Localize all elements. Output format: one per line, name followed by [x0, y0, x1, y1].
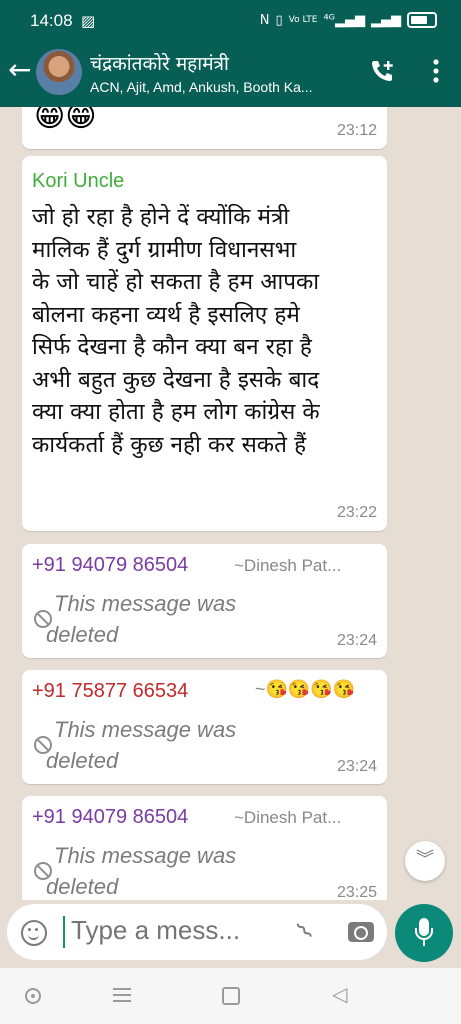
- add-call-icon[interactable]: [369, 58, 395, 84]
- message-line: कार्यकर्ता हैं कुछ नही कर सकते हैं: [32, 431, 307, 458]
- emoji-icon[interactable]: [21, 920, 47, 946]
- deleted-notice: This message was deleted: [46, 714, 294, 776]
- deleted-line: This message was: [54, 717, 237, 742]
- sender-alias: ~😘😘😘😘: [255, 679, 356, 699]
- deleted-line: deleted: [46, 748, 119, 773]
- nfc-icon: N: [259, 12, 270, 28]
- chat-area[interactable]: 😁😁 23:12 Kori Uncle जो हो रहा है होने दे…: [0, 107, 461, 900]
- back-triangle-icon[interactable]: ◁: [332, 982, 347, 1006]
- deleted-line: This message was: [54, 843, 237, 868]
- system-nav-bar: ◁: [0, 968, 461, 1024]
- chat-title[interactable]: चंद्रकांतकोरे महामंत्री: [90, 50, 229, 76]
- deleted-message-bubble[interactable]: +91 94079 86504 ~Dinesh Pat... This mess…: [22, 796, 387, 900]
- message-bubble[interactable]: Kori Uncle जो हो रहा है होने दें क्योंकि…: [22, 156, 387, 531]
- 4g-signal-icon: ⁴ᴳ▂▄▆: [323, 12, 365, 28]
- mic-button[interactable]: [395, 904, 453, 962]
- battery-icon: [407, 12, 437, 28]
- message-bubble[interactable]: 😁😁 23:12: [22, 107, 387, 149]
- deleted-notice: This message was deleted: [46, 840, 294, 900]
- vibrate-icon: ▯: [275, 12, 283, 28]
- message-line: सिर्फ देखना है कौन क्या बन रहा है: [32, 334, 312, 360]
- paperclip-icon[interactable]: ⌇: [287, 913, 324, 950]
- camera-icon[interactable]: [348, 922, 374, 942]
- deleted-line: deleted: [46, 874, 119, 899]
- group-avatar[interactable]: [36, 49, 82, 95]
- sender-phone: +91 75877 66534: [32, 680, 189, 702]
- more-vertical-icon[interactable]: [433, 58, 439, 84]
- signal-icon: ▂▄▆: [371, 12, 401, 28]
- message-line: मालिक हैं दुर्ग ग्रामीण विधानसभा: [32, 236, 297, 263]
- sender-phone: +91 94079 86504: [32, 806, 189, 828]
- back-arrow-icon[interactable]: ←: [8, 56, 31, 84]
- message-line: बोलना कहना व्यर्थ है इसलिए हमे: [32, 301, 300, 328]
- volte-icon: Vo LTE: [288, 15, 318, 25]
- message-text: जो हो रहा है होने दें क्योंकि मंत्री माल…: [32, 201, 382, 461]
- message-input-bar: ⌇: [7, 904, 387, 960]
- message-time: 23:25: [336, 884, 377, 900]
- mic-base: [423, 940, 425, 946]
- chat-header: ← चंद्रकांतकोरे महामंत्री ACN, Ajit, Amd…: [0, 40, 461, 107]
- message-line: क्या क्या होता है हम लोग कांग्रेस के: [32, 399, 320, 425]
- message-line: जो हो रहा है होने दें क्योंकि मंत्री: [32, 204, 290, 230]
- text-cursor: [63, 916, 65, 948]
- chat-participants[interactable]: ACN, Ajit, Amd, Ankush, Booth Ka...: [90, 79, 352, 95]
- deleted-line: This message was: [54, 591, 237, 616]
- square-icon[interactable]: [222, 987, 240, 1005]
- message-time: 23:24: [336, 632, 377, 649]
- sender-name: Kori Uncle: [32, 170, 125, 192]
- sender-phone: +91 94079 86504: [32, 554, 189, 576]
- emoji-content: 😁😁: [34, 107, 97, 134]
- status-bar: 14:08 ▨ N ▯ Vo LTE ⁴ᴳ▂▄▆ ▂▄▆: [0, 0, 461, 40]
- double-chevron-down-icon[interactable]: ︾: [405, 841, 445, 881]
- mic-stand: [415, 928, 433, 940]
- deleted-message-bubble[interactable]: +91 75877 66534 ~😘😘😘😘 This message was d…: [22, 670, 387, 784]
- deleted-line: deleted: [46, 622, 119, 647]
- message-time: 23:22: [336, 504, 377, 521]
- status-icons: N ▯ Vo LTE ⁴ᴳ▂▄▆ ▂▄▆: [260, 12, 437, 28]
- message-input[interactable]: [69, 914, 273, 947]
- deleted-message-bubble[interactable]: +91 94079 86504 ~Dinesh Pat... This mess…: [22, 544, 387, 658]
- message-line: अभी बहुत कुछ देखना है इसके बाद: [32, 366, 320, 393]
- status-time: 14:08: [30, 11, 73, 30]
- message-line: के जो चाहें हो सकता है हम आपका: [32, 269, 320, 295]
- deleted-notice: This message was deleted: [46, 588, 294, 650]
- message-time: 23:12: [336, 122, 377, 139]
- sender-alias: ~Dinesh Pat...: [234, 556, 342, 575]
- message-time: 23:24: [336, 758, 377, 775]
- gallery-notification-icon: ▨: [81, 12, 96, 30]
- menu-lines-icon[interactable]: [113, 988, 131, 1002]
- sender-alias: ~Dinesh Pat...: [234, 808, 342, 827]
- home-circle-icon[interactable]: [25, 988, 41, 1004]
